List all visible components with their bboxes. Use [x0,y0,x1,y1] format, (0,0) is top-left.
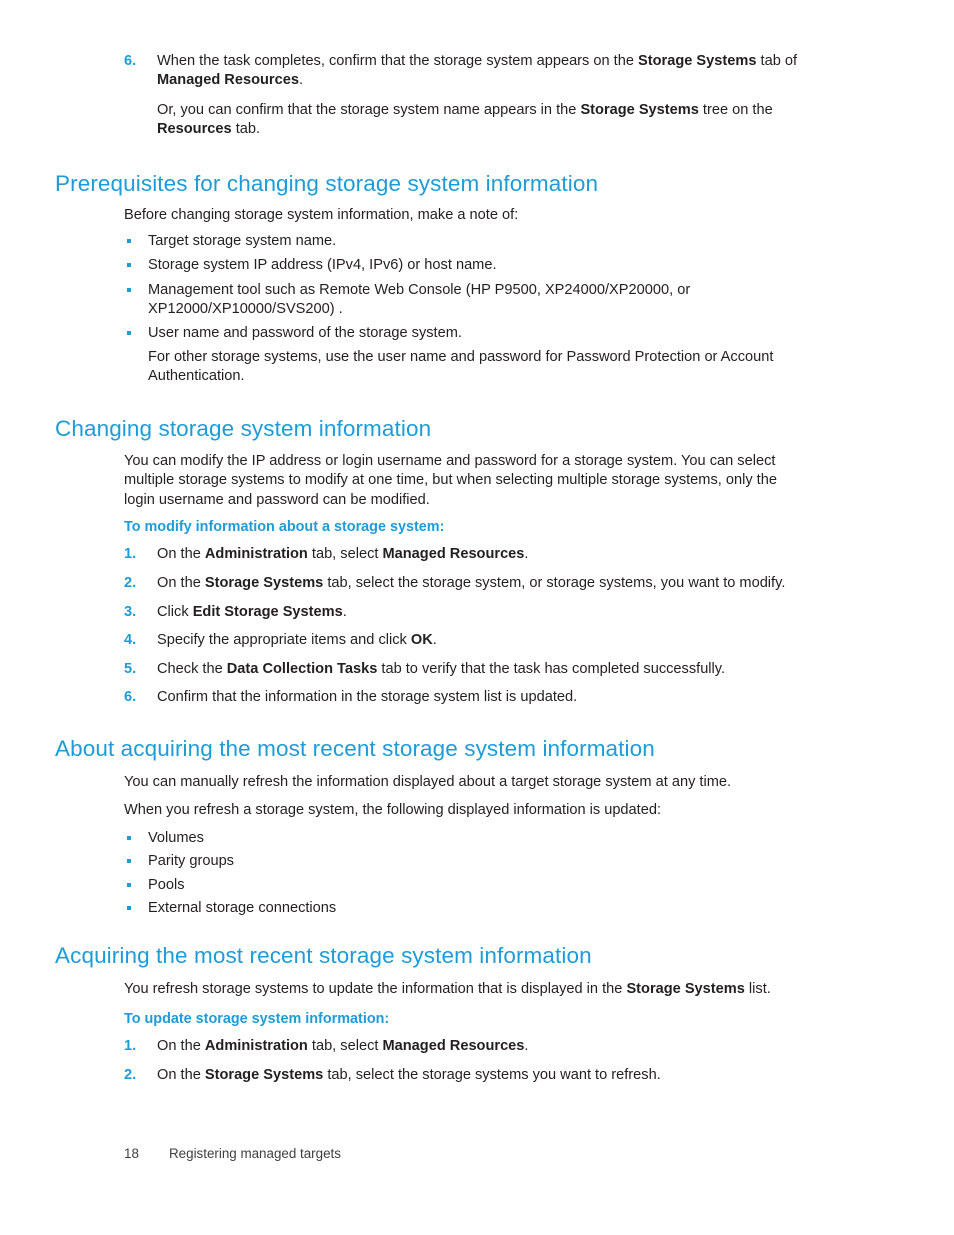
emphasis-administration: Administration [204,546,308,562]
acquiring-intro-paragraph: You refresh storage systems to update th… [124,981,771,997]
emphasis-managed-resources: Managed Resources [382,546,525,562]
step-number: 5. [124,661,137,677]
footer-title: Registering managed targets [169,1146,341,1161]
subheading-to-update: To update storage system information: [124,1011,390,1027]
list-item: User name and password of the storage sy… [124,324,800,343]
emphasis-managed-resources: Managed Resources [157,72,299,89]
heading-changing-storage-system-information: Changing storage system information [55,416,432,441]
page-footer: 18 Registering managed targets [124,1145,824,1163]
step-text: Click Edit Storage Systems. [157,604,347,620]
step-text: When the task completes, confirm that th… [157,53,798,89]
emphasis-managed-resources: Managed Resources [382,1038,525,1054]
list-item: External storage connections [124,899,800,918]
step-number: 3. [124,604,137,620]
list-item: 4. Specify the appropriate items and cli… [124,631,800,650]
heading-acquiring: Acquiring the most recent storage system… [55,943,592,968]
document-page: 6. When the task completes, confirm that… [0,0,954,1235]
list-item: Volumes [124,829,800,848]
list-item-label: Parity groups [148,853,234,869]
prereq-bullet-note: For other storage systems, use the user … [148,349,774,385]
heading-about-acquiring: About acquiring the most recent storage … [55,736,655,761]
step-text: On the Administration tab, select Manage… [157,1038,529,1054]
emphasis-edit-storage-systems: Edit Storage Systems [192,604,343,620]
bullet-icon [127,859,131,863]
list-item: 6. When the task completes, confirm that… [124,52,800,91]
emphasis-data-collection-tasks: Data Collection Tasks [226,661,378,677]
list-item: 5. Check the Data Collection Tasks tab t… [124,660,800,679]
emphasis-resources: Resources [157,121,232,138]
list-item-label: Storage system IP address (IPv4, IPv6) o… [148,257,497,273]
bullet-icon [127,836,131,840]
about-paragraph-2: When you refresh a storage system, the f… [124,802,662,818]
step-number: 4. [124,632,137,648]
prereq-intro-paragraph: Before changing storage system informati… [124,207,519,223]
step-text: On the Administration tab, select Manage… [157,546,529,562]
emphasis-storage-systems: Storage Systems [204,575,324,591]
step-number: 1. [124,546,137,562]
step-text: On the Storage Systems tab, select the s… [157,1067,661,1083]
emphasis-storage-systems: Storage Systems [204,1067,324,1083]
list-item: Target storage system name. [124,232,800,251]
step-text: Check the Data Collection Tasks tab to v… [157,661,726,677]
step-number: 1. [124,1038,137,1054]
step-text: Specify the appropriate items and click … [157,632,437,648]
list-item-label: Volumes [148,830,204,846]
list-item: Pools [124,876,800,895]
heading-prerequisites: Prerequisites for changing storage syste… [55,171,599,196]
emphasis-administration: Administration [204,1038,308,1054]
list-item: Parity groups [124,852,800,871]
list-item-label: Management tool such as Remote Web Conso… [148,282,691,318]
emphasis-storage-systems: Storage Systems [638,53,757,69]
list-item-label: User name and password of the storage sy… [148,325,462,341]
emphasis-ok: OK [410,632,433,648]
bullet-icon [127,239,131,243]
step-text: On the Storage Systems tab, select the s… [157,575,786,591]
list-item: 2. On the Storage Systems tab, select th… [124,1066,800,1085]
list-item-label: Pools [148,877,185,893]
step-number: 2. [124,1067,137,1083]
changing-intro-paragraph: You can modify the IP address or login u… [124,453,777,508]
step-number: 2. [124,575,137,591]
list-item: 3. Click Edit Storage Systems. [124,603,800,622]
bullet-icon [127,288,131,292]
list-item: Storage system IP address (IPv4, IPv6) o… [124,256,800,275]
list-item: 1. On the Administration tab, select Man… [124,1037,800,1056]
bullet-icon [127,263,131,267]
page-number: 18 [124,1146,139,1161]
emphasis-storage-systems: Storage Systems [580,102,699,118]
list-item-label: External storage connections [148,900,337,916]
bullet-icon [127,906,131,910]
bullet-icon [127,883,131,887]
subheading-to-modify: To modify information about a storage sy… [124,519,445,535]
emphasis-storage-systems: Storage Systems [626,981,745,997]
step-number: 6. [124,53,137,69]
bullet-icon [127,331,131,335]
list-item: 1. On the Administration tab, select Man… [124,545,800,564]
list-item-label: Target storage system name. [148,233,337,249]
list-item: Management tool such as Remote Web Conso… [124,281,800,320]
top-note-paragraph: Or, you can confirm that the storage sys… [157,102,773,138]
list-item: 2. On the Storage Systems tab, select th… [124,574,800,593]
list-item: 6. Confirm that the information in the s… [124,688,800,707]
about-paragraph-1: You can manually refresh the information… [124,774,732,790]
step-text: Confirm that the information in the stor… [157,689,578,705]
step-number: 6. [124,689,137,705]
